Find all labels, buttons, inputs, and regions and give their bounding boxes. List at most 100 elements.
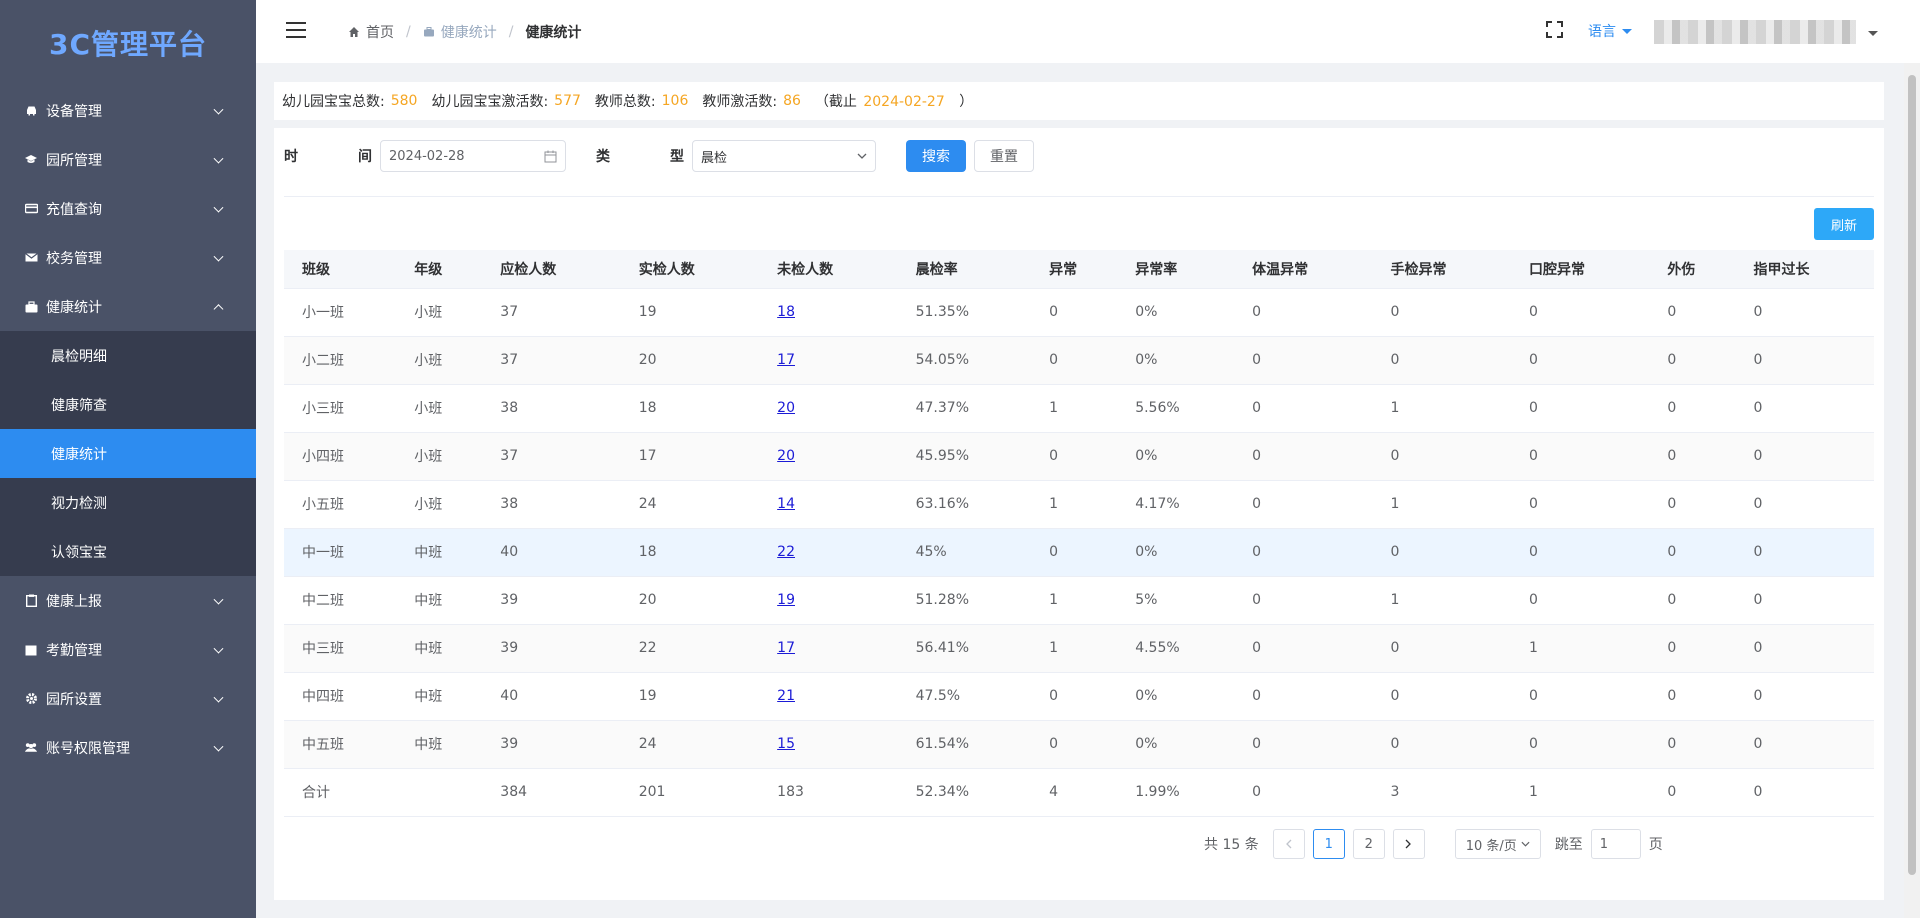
sidebar-item-1[interactable]: 园所管理 xyxy=(0,135,256,184)
chevron-down-icon xyxy=(213,741,224,752)
breadcrumb-home[interactable]: 首页 / xyxy=(348,22,423,42)
table-cell: 0 xyxy=(1510,720,1650,769)
page-size-select[interactable]: 10 条/页 xyxy=(1454,829,1541,859)
page-2-button[interactable]: 2 xyxy=(1352,829,1385,859)
sidebar-item-2[interactable]: 充值查询 xyxy=(0,184,256,233)
chevron-down-icon xyxy=(213,153,224,164)
unchecked-count-link[interactable]: 22 xyxy=(777,544,795,560)
table-cell: 18 xyxy=(759,288,898,337)
breadcrumb-current: 健康统计 xyxy=(525,25,582,41)
sidebar-item-5[interactable]: 健康上报 xyxy=(0,576,256,625)
table-cell: 0% xyxy=(1117,288,1235,337)
table-cell: 20 xyxy=(620,576,760,625)
chevron-up-icon xyxy=(213,303,224,314)
table-cell: 0% xyxy=(1117,672,1235,721)
unchecked-count-link[interactable]: 18 xyxy=(777,304,795,320)
table-cell: 中班 xyxy=(396,672,483,721)
table-cell: 0 xyxy=(1735,432,1874,481)
table-cell: 22 xyxy=(759,528,898,577)
table-cell: 中班 xyxy=(396,624,483,673)
table-cell: 0% xyxy=(1117,528,1235,577)
breadcrumb-health-stats-parent[interactable]: 健康统计 / xyxy=(423,22,526,42)
teacher-total-value: 106 xyxy=(661,93,689,109)
sidebar-item-0[interactable]: 设备管理 xyxy=(0,86,256,135)
table-cell: 0 xyxy=(1031,336,1118,385)
table-cell: 中班 xyxy=(396,528,483,577)
menu-toggle-icon[interactable] xyxy=(286,22,306,38)
table-cell: 24 xyxy=(620,480,760,529)
table-cell: 小三班 xyxy=(284,384,397,433)
table-cell: 183 xyxy=(759,768,898,817)
table-cell: 37 xyxy=(482,288,621,337)
table-cell: 1 xyxy=(1031,576,1118,625)
vertical-scrollbar[interactable] xyxy=(1904,63,1920,918)
fullscreen-icon[interactable] xyxy=(1546,21,1563,38)
submenu-item-0[interactable]: 晨检明细 xyxy=(0,331,256,380)
submenu-item-2[interactable]: 健康统计 xyxy=(0,429,256,478)
sidebar-item-8[interactable]: 账号权限管理 xyxy=(0,723,256,772)
sidebar-item-6[interactable]: 考勤管理 xyxy=(0,625,256,674)
table-cell: 22 xyxy=(620,624,760,673)
table-cell: 0 xyxy=(1735,672,1874,721)
date-picker[interactable]: 2024-02-28 xyxy=(380,140,566,172)
table-cell: 0 xyxy=(1234,528,1373,577)
scrollbar-thumb[interactable] xyxy=(1908,75,1916,875)
table-cell: 0 xyxy=(1649,384,1736,433)
column-header: 口腔异常 xyxy=(1510,250,1650,289)
table-cell: 0 xyxy=(1649,432,1736,481)
column-header: 异常 xyxy=(1031,250,1118,289)
sidebar-item-7[interactable]: 园所设置 xyxy=(0,674,256,723)
unchecked-count-link[interactable]: 20 xyxy=(777,400,795,416)
unchecked-count-link[interactable]: 17 xyxy=(777,640,795,656)
table-cell: 中四班 xyxy=(284,672,397,721)
submenu-item-1[interactable]: 健康筛查 xyxy=(0,380,256,429)
table-cell: 0 xyxy=(1510,672,1650,721)
chevron-right-icon xyxy=(1405,839,1412,849)
chevron-down-icon xyxy=(213,692,224,703)
refresh-button[interactable]: 刷新 xyxy=(1814,208,1874,240)
sidebar-item-label: 充值查询 xyxy=(46,201,102,218)
unchecked-count-link[interactable]: 17 xyxy=(777,352,795,368)
app-logo: 3C管理平台 xyxy=(48,28,208,61)
table-cell: 0 xyxy=(1234,288,1373,337)
unchecked-count-link[interactable]: 15 xyxy=(777,736,795,752)
sidebar-item-3[interactable]: 校务管理 xyxy=(0,233,256,282)
table-row: 中一班 中班 40 18 22 45% 0 0% 0 0 0 0 0 xyxy=(284,528,1874,577)
next-page-button[interactable] xyxy=(1392,829,1425,859)
table-cell: 0 xyxy=(1649,720,1736,769)
type-select[interactable]: 晨检 xyxy=(692,140,876,172)
table-cell: 0 xyxy=(1372,624,1511,673)
table-cell: 5% xyxy=(1117,576,1235,625)
column-header: 体温异常 xyxy=(1234,250,1373,289)
unchecked-count-link[interactable]: 20 xyxy=(777,448,795,464)
jump-page-input[interactable]: 1 xyxy=(1590,829,1641,859)
submenu-item-4[interactable]: 认领宝宝 xyxy=(0,527,256,576)
unchecked-count-link[interactable]: 19 xyxy=(777,592,795,608)
user-caret-down-icon[interactable] xyxy=(1868,31,1878,36)
table-cell: 0 xyxy=(1234,720,1373,769)
table-cell: 1 xyxy=(1031,384,1118,433)
chevron-down-icon xyxy=(213,202,224,213)
reset-button[interactable]: 重置 xyxy=(974,140,1034,172)
sidebar-item-label: 园所管理 xyxy=(46,152,102,169)
unchecked-count-link[interactable]: 14 xyxy=(777,496,795,512)
page-1-button[interactable]: 1 xyxy=(1312,829,1345,859)
divider xyxy=(284,196,1874,197)
user-name-blurred[interactable] xyxy=(1654,20,1856,44)
unchecked-count-link[interactable]: 21 xyxy=(777,688,795,704)
table-cell: 37 xyxy=(482,336,621,385)
column-header: 未检人数 xyxy=(759,250,898,289)
search-button[interactable]: 搜索 xyxy=(906,140,966,172)
sidebar-item-4[interactable]: 健康统计 xyxy=(0,282,256,331)
submenu-item-3[interactable]: 视力检测 xyxy=(0,478,256,527)
jump-label: 跳至 xyxy=(1554,837,1583,853)
table-cell: 中班 xyxy=(396,720,483,769)
table-cell: 0 xyxy=(1031,672,1118,721)
language-dropdown[interactable]: 语言 xyxy=(1588,21,1632,41)
table-row: 小三班 小班 38 18 20 47.37% 1 5.56% 0 1 0 0 0 xyxy=(284,384,1874,433)
table-cell: 47.37% xyxy=(897,384,1032,433)
prev-page-button[interactable] xyxy=(1272,829,1305,859)
table-row: 小一班 小班 37 19 18 51.35% 0 0% 0 0 0 0 0 xyxy=(284,288,1874,337)
column-header: 外伤 xyxy=(1649,250,1736,289)
column-header: 实检人数 xyxy=(620,250,760,289)
